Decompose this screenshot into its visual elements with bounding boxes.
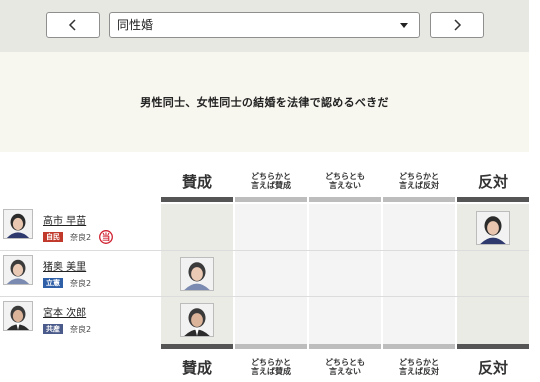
column-bar-bottom-0 <box>161 344 233 349</box>
chevron-down-icon <box>400 23 408 28</box>
row-divider <box>0 250 529 251</box>
column-header-line2: 言えない <box>329 367 361 376</box>
candidate-avatar <box>3 255 33 285</box>
district-label: 奈良2 <box>70 279 92 288</box>
column-header-line1: どちらかと <box>399 172 439 181</box>
question-box: 男性同士、女性同士の結婚を法律で認めるべきだ <box>0 52 529 152</box>
next-button[interactable] <box>430 12 484 38</box>
column-bar-top-3 <box>383 197 455 202</box>
column-header-line1: 反対 <box>477 172 508 191</box>
column-header-line1: 賛成 <box>181 172 212 191</box>
candidate-avatar <box>3 301 33 331</box>
row-divider <box>0 296 529 297</box>
winner-icon-text: 当 <box>102 232 111 243</box>
portrait-icon <box>181 258 213 290</box>
column-header-line1: 反対 <box>477 358 508 377</box>
column-header-line1: 賛成 <box>181 358 212 377</box>
stance-avatar <box>180 303 214 337</box>
column-header-bottom-3: どちらかと 言えば反対 <box>383 354 455 380</box>
candidate-avatar <box>3 209 33 239</box>
column-header-line2: 言えば反対 <box>399 181 439 190</box>
stance-avatar <box>180 257 214 291</box>
column-bar-top-1 <box>235 197 307 202</box>
chevron-left-icon <box>68 19 76 31</box>
column-header-line2: 言えば賛成 <box>251 367 291 376</box>
portrait-icon <box>4 256 32 284</box>
column-header-bottom-0: 賛成 <box>161 354 233 380</box>
district-label: 奈良2 <box>70 233 92 242</box>
column-header-line2: 言えば賛成 <box>251 181 291 190</box>
portrait-icon <box>4 210 32 238</box>
column-header-top-4: 反対 <box>457 168 529 194</box>
party-badge: 立憲 <box>43 278 63 288</box>
column-bg-3 <box>383 204 455 345</box>
column-header-top-3: どちらかと 言えば反対 <box>383 168 455 194</box>
column-header-top-2: どちらとも 言えない <box>309 168 381 194</box>
chevron-right-icon <box>454 19 462 31</box>
column-bar-top-4 <box>457 197 529 202</box>
column-header-bottom-2: どちらとも 言えない <box>309 354 381 380</box>
column-header-line2: 言えない <box>329 181 361 190</box>
stance-avatar <box>476 211 510 245</box>
previous-button[interactable] <box>46 12 100 38</box>
column-header-bottom-1: どちらかと 言えば賛成 <box>235 354 307 380</box>
party-badge: 共産 <box>43 324 63 334</box>
column-bar-bottom-3 <box>383 344 455 349</box>
candidate-name-link[interactable]: 高市 早苗 <box>43 212 86 227</box>
column-bar-bottom-1 <box>235 344 307 349</box>
column-header-top-1: どちらかと 言えば賛成 <box>235 168 307 194</box>
candidate-name-link[interactable]: 猪奥 美里 <box>43 258 86 273</box>
candidate-name-link[interactable]: 宮本 次郎 <box>43 304 86 319</box>
party-badge: 自民 <box>43 232 63 242</box>
winner-icon: 当 <box>99 229 113 244</box>
column-bg-2 <box>309 204 381 345</box>
top-bar: 同性婚 <box>0 0 529 52</box>
column-header-line1: どちらとも <box>325 172 365 181</box>
portrait-icon <box>4 302 32 330</box>
column-bar-top-2 <box>309 197 381 202</box>
column-header-line1: どちらかと <box>251 358 291 367</box>
topic-select[interactable]: 同性婚 <box>109 12 420 38</box>
column-header-line1: どちらかと <box>399 358 439 367</box>
column-header-bottom-4: 反対 <box>457 354 529 380</box>
district-label: 奈良2 <box>70 325 92 334</box>
column-header-line1: どちらとも <box>325 358 365 367</box>
column-header-line2: 言えば反対 <box>399 367 439 376</box>
column-bar-top-0 <box>161 197 233 202</box>
column-bar-bottom-4 <box>457 344 529 349</box>
topic-select-value: 同性婚 <box>117 18 154 32</box>
column-header-top-0: 賛成 <box>161 168 233 194</box>
column-bar-bottom-2 <box>309 344 381 349</box>
column-bg-1 <box>235 204 307 345</box>
portrait-icon <box>477 212 509 244</box>
portrait-icon <box>181 304 213 336</box>
question-text: 男性同士、女性同士の結婚を法律で認めるべきだ <box>140 96 389 109</box>
column-header-line1: どちらかと <box>251 172 291 181</box>
